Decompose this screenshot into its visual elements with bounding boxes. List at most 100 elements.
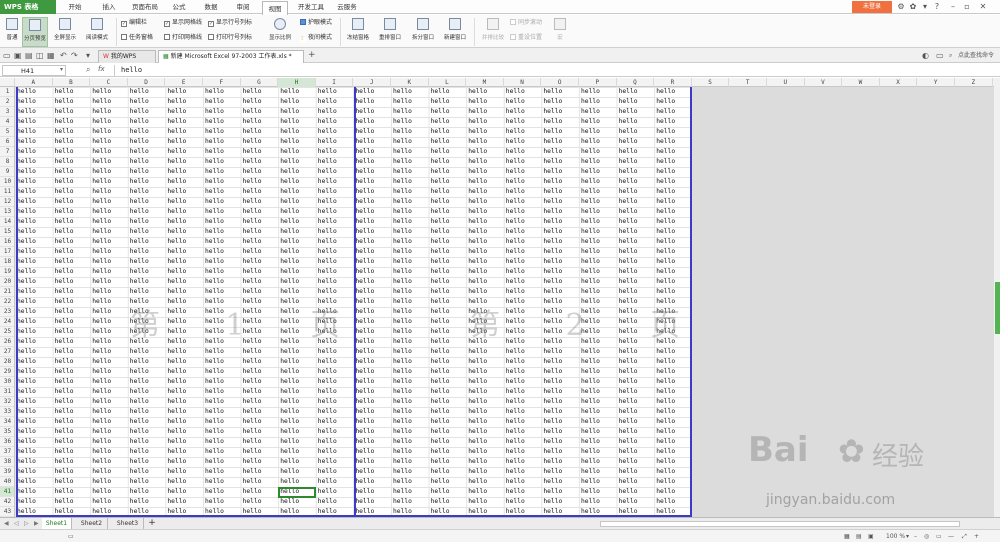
cell-a13[interactable]: hello bbox=[15, 207, 53, 217]
cell-a19[interactable]: hello bbox=[15, 267, 53, 277]
cell-c9[interactable]: hello bbox=[90, 167, 128, 177]
cell-l4[interactable]: hello bbox=[429, 117, 467, 127]
cell-f16[interactable]: hello bbox=[203, 237, 241, 247]
cell-r37[interactable]: hello bbox=[654, 447, 692, 457]
cell-k21[interactable]: hello bbox=[391, 287, 429, 297]
cell-c10[interactable]: hello bbox=[90, 177, 128, 187]
column-header-g[interactable]: G bbox=[241, 78, 279, 87]
cell-f30[interactable]: hello bbox=[203, 377, 241, 387]
cell-i36[interactable]: hello bbox=[316, 437, 354, 447]
cell-q11[interactable]: hello bbox=[617, 187, 655, 197]
cell-d38[interactable]: hello bbox=[128, 457, 166, 467]
cell-m34[interactable]: hello bbox=[466, 417, 504, 427]
cell-l30[interactable]: hello bbox=[429, 377, 467, 387]
cell-i19[interactable]: hello bbox=[316, 267, 354, 277]
cell-d2[interactable]: hello bbox=[128, 97, 166, 107]
cell-l37[interactable]: hello bbox=[429, 447, 467, 457]
cell-k12[interactable]: hello bbox=[391, 197, 429, 207]
cell-o10[interactable]: hello bbox=[541, 177, 579, 187]
search-icon[interactable]: ⌕ bbox=[949, 51, 952, 60]
cell-e16[interactable]: hello bbox=[165, 237, 203, 247]
cell-k42[interactable]: hello bbox=[391, 497, 429, 507]
row-header-40[interactable]: 40 bbox=[0, 477, 14, 487]
cell-d27[interactable]: hello bbox=[128, 347, 166, 357]
cell-n32[interactable]: hello bbox=[504, 397, 542, 407]
cell-o5[interactable]: hello bbox=[541, 127, 579, 137]
cell-k39[interactable]: hello bbox=[391, 467, 429, 477]
cell-n20[interactable]: hello bbox=[504, 277, 542, 287]
cell-k25[interactable]: hello bbox=[391, 327, 429, 337]
cell-f12[interactable]: hello bbox=[203, 197, 241, 207]
task-pane-checkbox[interactable]: 任务窗格 bbox=[121, 33, 153, 43]
column-header-r[interactable]: R bbox=[654, 78, 692, 87]
cell-a39[interactable]: hello bbox=[15, 467, 53, 477]
print-icon[interactable]: ▤ bbox=[25, 51, 33, 60]
cell-c8[interactable]: hello bbox=[90, 157, 128, 167]
cell-o20[interactable]: hello bbox=[541, 277, 579, 287]
cell-g32[interactable]: hello bbox=[241, 397, 279, 407]
cell-c26[interactable]: hello bbox=[90, 337, 128, 347]
cell-g13[interactable]: hello bbox=[241, 207, 279, 217]
cell-n16[interactable]: hello bbox=[504, 237, 542, 247]
cell-m1[interactable]: hello bbox=[466, 87, 504, 97]
cell-h17[interactable]: hello bbox=[278, 247, 316, 257]
cell-r36[interactable]: hello bbox=[654, 437, 692, 447]
row-header-32[interactable]: 32 bbox=[0, 397, 14, 407]
cell-h27[interactable]: hello bbox=[278, 347, 316, 357]
sheet-tab-2[interactable]: Sheet2 bbox=[76, 518, 108, 529]
cell-e21[interactable]: hello bbox=[165, 287, 203, 297]
cell-q2[interactable]: hello bbox=[617, 97, 655, 107]
cell-b36[interactable]: hello bbox=[53, 437, 91, 447]
cell-k9[interactable]: hello bbox=[391, 167, 429, 177]
cell-c31[interactable]: hello bbox=[90, 387, 128, 397]
cell-n21[interactable]: hello bbox=[504, 287, 542, 297]
redo-icon[interactable]: ↷ bbox=[71, 51, 78, 60]
cell-h5[interactable]: hello bbox=[278, 127, 316, 137]
cell-q18[interactable]: hello bbox=[617, 257, 655, 267]
cell-a2[interactable]: hello bbox=[15, 97, 53, 107]
cell-a29[interactable]: hello bbox=[15, 367, 53, 377]
cell-n33[interactable]: hello bbox=[504, 407, 542, 417]
cell-d15[interactable]: hello bbox=[128, 227, 166, 237]
first-sheet-icon[interactable]: ◀ bbox=[4, 520, 9, 527]
cell-m41[interactable]: hello bbox=[466, 487, 504, 497]
cell-n18[interactable]: hello bbox=[504, 257, 542, 267]
page-break-status-icon[interactable]: ▣ bbox=[868, 532, 874, 541]
cell-p36[interactable]: hello bbox=[579, 437, 617, 447]
row-header-18[interactable]: 18 bbox=[0, 257, 14, 267]
cell-b21[interactable]: hello bbox=[53, 287, 91, 297]
cell-n2[interactable]: hello bbox=[504, 97, 542, 107]
cell-q37[interactable]: hello bbox=[617, 447, 655, 457]
cell-n12[interactable]: hello bbox=[504, 197, 542, 207]
cell-e38[interactable]: hello bbox=[165, 457, 203, 467]
cell-c14[interactable]: hello bbox=[90, 217, 128, 227]
column-header-o[interactable]: O bbox=[541, 78, 579, 87]
cell-q4[interactable]: hello bbox=[617, 117, 655, 127]
row-header-26[interactable]: 26 bbox=[0, 337, 14, 347]
cell-a27[interactable]: hello bbox=[15, 347, 53, 357]
cell-n11[interactable]: hello bbox=[504, 187, 542, 197]
cell-k3[interactable]: hello bbox=[391, 107, 429, 117]
cell-q13[interactable]: hello bbox=[617, 207, 655, 217]
cell-j2[interactable]: hello bbox=[353, 97, 391, 107]
cell-f13[interactable]: hello bbox=[203, 207, 241, 217]
cell-l12[interactable]: hello bbox=[429, 197, 467, 207]
page-layout-status-icon[interactable]: ▤ bbox=[856, 532, 862, 541]
cell-n5[interactable]: hello bbox=[504, 127, 542, 137]
cell-o30[interactable]: hello bbox=[541, 377, 579, 387]
cell-b9[interactable]: hello bbox=[53, 167, 91, 177]
cell-g9[interactable]: hello bbox=[241, 167, 279, 177]
cell-f35[interactable]: hello bbox=[203, 427, 241, 437]
cell-n39[interactable]: hello bbox=[504, 467, 542, 477]
cell-q7[interactable]: hello bbox=[617, 147, 655, 157]
row-header-12[interactable]: 12 bbox=[0, 197, 14, 207]
cell-b15[interactable]: hello bbox=[53, 227, 91, 237]
cell-a6[interactable]: hello bbox=[15, 137, 53, 147]
cell-m13[interactable]: hello bbox=[466, 207, 504, 217]
cell-a16[interactable]: hello bbox=[15, 237, 53, 247]
eye-status-icon[interactable]: ◎ bbox=[924, 532, 929, 541]
cell-g20[interactable]: hello bbox=[241, 277, 279, 287]
cell-i18[interactable]: hello bbox=[316, 257, 354, 267]
cell-d16[interactable]: hello bbox=[128, 237, 166, 247]
cell-n41[interactable]: hello bbox=[504, 487, 542, 497]
